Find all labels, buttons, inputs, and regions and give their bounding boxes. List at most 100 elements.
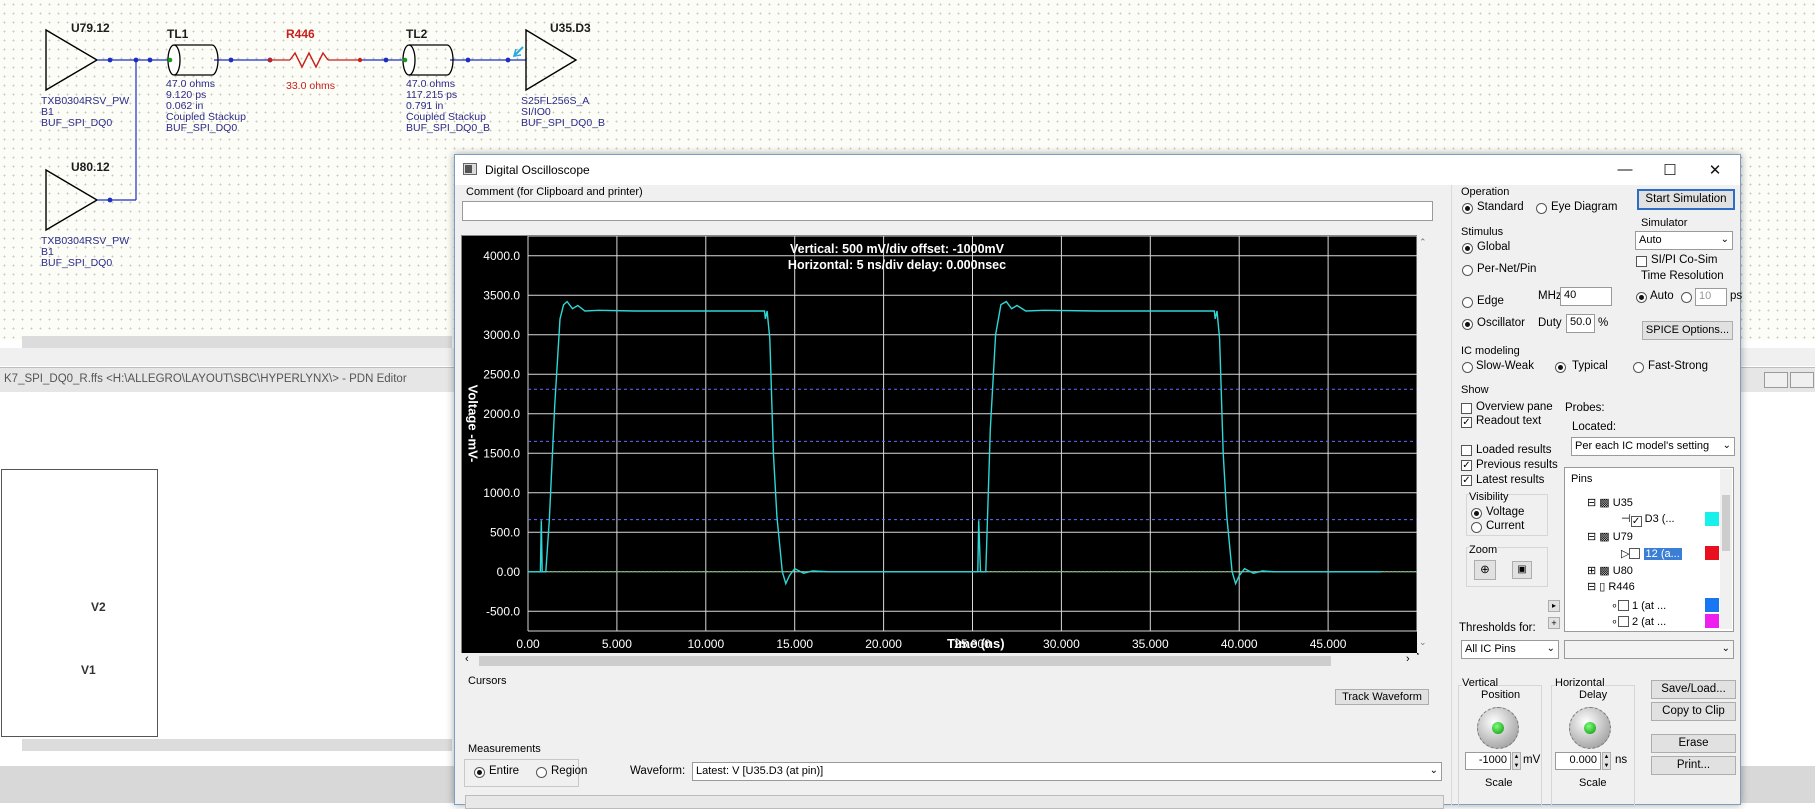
vertical-spin-icon[interactable]: ▲ ▼	[1512, 752, 1521, 770]
zoom-in-icon[interactable]: ⊕	[1474, 560, 1496, 580]
voltage-radio[interactable]	[1471, 508, 1482, 519]
vertical-position-input[interactable]: -1000	[1465, 752, 1511, 770]
probe-color-red[interactable]	[1705, 546, 1719, 560]
schematic-hscrollbar[interactable]	[22, 336, 452, 348]
typical-radio[interactable]	[1555, 362, 1566, 373]
tree-u35-row[interactable]: ⊟ ▩ U35	[1587, 496, 1633, 509]
save-load-button[interactable]: Save/Load...	[1651, 680, 1736, 699]
duty-input[interactable]: 50.0	[1566, 314, 1595, 333]
sipi-cosim-label: SI/PI Co-Sim	[1651, 254, 1718, 266]
edge-radio[interactable]	[1462, 297, 1473, 308]
probe-color-magenta[interactable]	[1705, 614, 1719, 628]
tree-d3-row[interactable]: ⊣✓ D3 (...	[1621, 512, 1675, 527]
scope-hscroll-thumb[interactable]	[479, 656, 1331, 666]
pdn-board-outline	[1, 469, 158, 737]
r446-pin2-checkbox[interactable]	[1617, 616, 1629, 627]
typical-label: Typical	[1572, 360, 1608, 372]
fast-strong-radio[interactable]	[1633, 362, 1644, 373]
per-net-radio[interactable]	[1462, 265, 1473, 276]
horizontal-unit: ns	[1615, 754, 1628, 766]
maximize-icon[interactable]: ☐	[1660, 161, 1680, 179]
y-tick-label: 2000.0	[483, 407, 520, 421]
pdn-hscrollbar[interactable]	[22, 739, 452, 751]
previous-results-label: Previous results	[1476, 459, 1558, 471]
waveform-select[interactable]: Latest: V [U35.D3 (at pin)] ⌄	[692, 762, 1442, 781]
show-label: Show	[1461, 384, 1489, 396]
loaded-results-checkbox[interactable]	[1461, 445, 1472, 456]
tree-u80-row[interactable]: ⊞ ▩ U80	[1587, 564, 1633, 577]
pins-tree-scroll-thumb[interactable]	[1722, 495, 1730, 551]
expand-right-icon[interactable]: ▸	[1548, 600, 1560, 612]
eye-diagram-label: Eye Diagram	[1551, 201, 1618, 213]
y-tick-label: 1000.0	[483, 486, 520, 500]
pins-tree-vscrollbar[interactable]	[1720, 469, 1732, 629]
track-waveform-button[interactable]: Track Waveform	[1335, 689, 1429, 705]
standard-radio[interactable]	[1462, 203, 1473, 214]
probe-color-blue[interactable]	[1705, 598, 1719, 612]
sipi-cosim-checkbox[interactable]	[1636, 256, 1647, 267]
time-res-ps-radio[interactable]	[1681, 292, 1692, 303]
y-tick-label: 1500.0	[483, 446, 520, 460]
region-radio[interactable]	[536, 767, 547, 778]
copy-to-clip-button[interactable]: Copy to Clip	[1651, 702, 1736, 721]
time-res-ps-input[interactable]: 10	[1695, 288, 1727, 306]
time-res-auto-radio[interactable]	[1636, 292, 1647, 303]
horizontal-spin-icon[interactable]: ▲ ▼	[1602, 752, 1611, 770]
scope-hscrollbar[interactable]: ‹ ›	[461, 653, 1417, 669]
pdn-restore-button[interactable]	[1790, 372, 1814, 388]
scope-display[interactable]: 0.00 5.000 10.000 15.000 20.000 25.000 30.000 3…	[461, 235, 1419, 655]
probe-color-cyan[interactable]	[1705, 512, 1719, 526]
d3-probe-checkbox[interactable]: ✓	[1630, 516, 1642, 527]
simulator-select-value: Auto	[1639, 234, 1662, 246]
close-icon[interactable]: ✕	[1705, 161, 1725, 179]
mhz-input[interactable]: 40	[1560, 287, 1612, 306]
simulator-select[interactable]: Auto ⌄	[1635, 231, 1733, 250]
print-button[interactable]: Print...	[1651, 756, 1736, 775]
simulator-label: Simulator	[1641, 217, 1688, 229]
tree-u79-row[interactable]: ⊟ ▩ U79	[1587, 530, 1633, 543]
y-tick-label: -500.0	[486, 604, 520, 618]
slow-weak-label: Slow-Weak	[1476, 360, 1534, 372]
entire-radio[interactable]	[474, 767, 485, 778]
scope-vscrollbar[interactable]: ⌃ ⌄	[1417, 235, 1431, 653]
located-select[interactable]: Per each IC model's setting ⌄	[1571, 437, 1735, 456]
horizontal-delay-input[interactable]: 0.000	[1555, 752, 1601, 770]
previous-results-checkbox[interactable]: ✓	[1461, 460, 1472, 471]
thresholds-select[interactable]: All IC Pins ⌄	[1461, 640, 1559, 659]
current-radio[interactable]	[1471, 522, 1482, 533]
tree-r446-pin2-row[interactable]: ∘ 2 (at ...	[1611, 614, 1666, 628]
y-tick-label: 500.0	[490, 525, 520, 539]
horizontal-delay-knob[interactable]	[1569, 707, 1611, 749]
horizontal-delay-label: Delay	[1579, 689, 1608, 701]
oscilloscope-title: Digital Oscilloscope	[485, 163, 590, 177]
spice-options-button[interactable]: SPICE Options...	[1642, 321, 1733, 340]
erase-button[interactable]: Erase	[1651, 734, 1736, 753]
operation-label: Operation	[1461, 186, 1510, 198]
comment-input[interactable]	[462, 201, 1433, 221]
tree-r446-pin1-row[interactable]: ∘ 1 (at ...	[1611, 598, 1666, 612]
tree-r446-row[interactable]: ⊟ ▯ R446	[1587, 580, 1635, 593]
overview-pane-checkbox[interactable]	[1461, 403, 1472, 414]
start-simulation-button[interactable]: Start Simulation	[1637, 189, 1735, 210]
add-probe-icon[interactable]: +	[1548, 617, 1560, 629]
thresholds-detail-select[interactable]: ⌄	[1564, 640, 1734, 659]
tree-r446-pin1-label: 1 (at ...	[1631, 600, 1667, 612]
fast-strong-label: Fast-Strong	[1648, 360, 1709, 372]
time-res-ps-unit: ps	[1730, 290, 1743, 302]
slow-weak-radio[interactable]	[1462, 362, 1473, 373]
readout-text-checkbox[interactable]: ✓	[1461, 417, 1472, 428]
latest-results-checkbox[interactable]: ✓	[1461, 475, 1472, 486]
r446-pin1-checkbox[interactable]	[1617, 600, 1629, 611]
vertical-position-knob[interactable]	[1477, 707, 1519, 749]
pins-tree[interactable]: Pins ⊟ ▩ U35 ⊣✓ D3 (... ⊟ ▩ U79 ▷ 12 (a.…	[1564, 467, 1734, 632]
tree-pin12-row[interactable]: ▷ 12 (a...	[1621, 546, 1682, 560]
measurements-toolbar[interactable]	[465, 795, 1444, 809]
pin12-probe-checkbox[interactable]	[1629, 548, 1641, 559]
measurements-label: Measurements	[468, 743, 541, 755]
pdn-minimize-button[interactable]	[1764, 372, 1788, 388]
global-radio[interactable]	[1462, 243, 1473, 254]
oscillator-radio[interactable]	[1462, 319, 1473, 330]
zoom-fit-icon[interactable]: ▣	[1512, 561, 1532, 579]
minimize-icon[interactable]: —	[1615, 161, 1635, 178]
eye-diagram-radio[interactable]	[1536, 203, 1547, 214]
